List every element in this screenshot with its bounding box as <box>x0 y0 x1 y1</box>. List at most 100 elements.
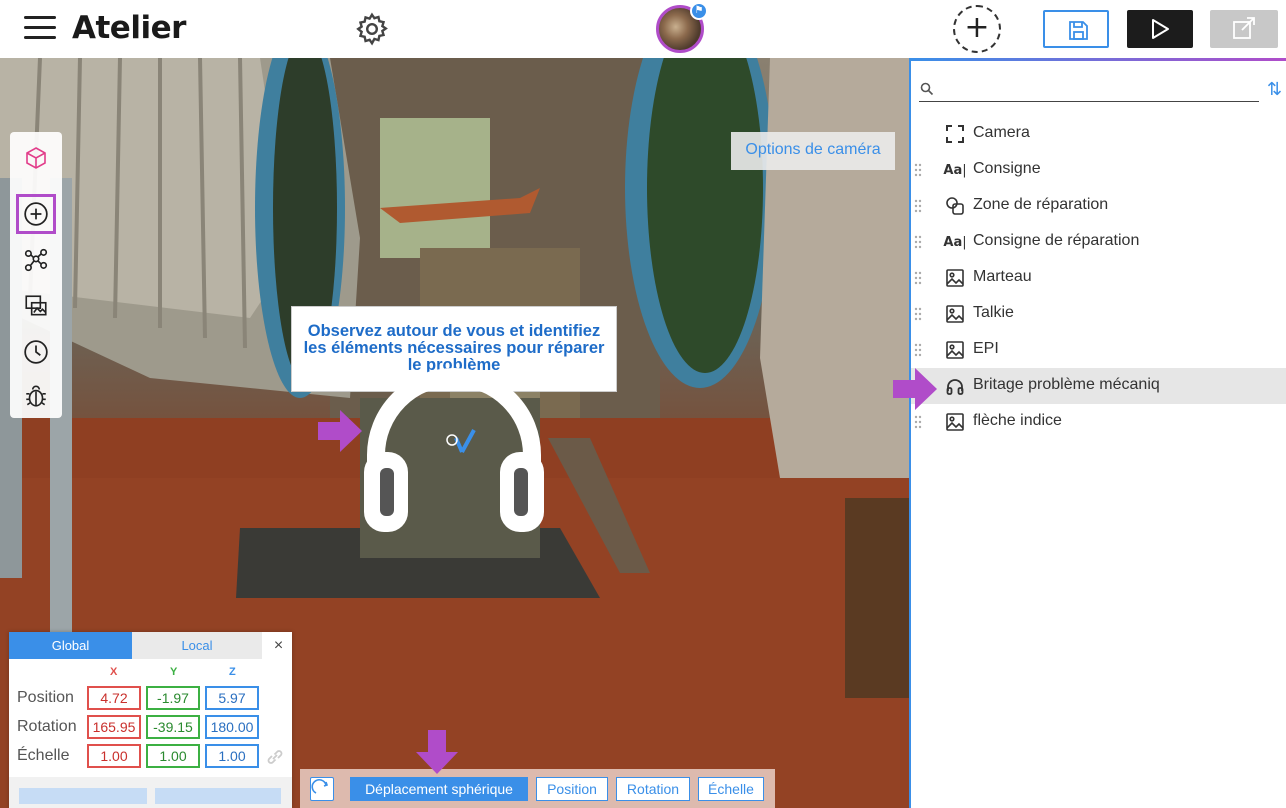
list-item-label: EPI <box>973 340 999 357</box>
export-button[interactable] <box>1210 10 1278 48</box>
scale-label: Échelle <box>17 747 70 764</box>
object-list-panel: ⇅ Camera Aa| Consigne Zone de réparation Aa|… <box>909 58 1286 808</box>
search-bar <box>919 78 1259 102</box>
panel-accent-line <box>911 58 1286 61</box>
add-object-tool[interactable] <box>16 194 56 234</box>
image-icon <box>944 340 966 360</box>
list-item-label: Britage problème mécaniq <box>973 376 1160 393</box>
text-icon: Aa| <box>943 234 967 250</box>
mode-rotation-button[interactable]: Rotation <box>616 777 690 801</box>
save-icon <box>1069 21 1088 40</box>
position-label: Position <box>17 689 74 706</box>
rotation-y-field[interactable]: -39.15 <box>146 715 200 739</box>
list-item-label: Talkie <box>973 304 1014 321</box>
drag-handle-icon[interactable] <box>914 198 922 214</box>
transform-footer <box>9 777 292 808</box>
footer-slider-left[interactable] <box>19 788 147 804</box>
list-item-label: Zone de réparation <box>973 196 1109 213</box>
graph-tool[interactable] <box>16 240 56 280</box>
mode-position-button[interactable]: Position <box>536 777 608 801</box>
list-item-label: flèche indice <box>973 412 1062 429</box>
flag-icon: ⚑ <box>690 2 708 20</box>
list-item[interactable]: Talkie <box>911 296 1286 332</box>
tab-global[interactable]: Global <box>9 632 132 659</box>
tool-column <box>10 132 62 418</box>
magnet-icon <box>311 779 329 794</box>
scale-z-field[interactable]: 1.00 <box>205 744 259 768</box>
drag-handle-icon[interactable] <box>914 414 922 430</box>
close-icon[interactable]: × <box>265 632 292 659</box>
list-item[interactable]: Aa| Consigne de réparation <box>911 224 1286 260</box>
list-item[interactable]: EPI <box>911 332 1286 368</box>
menu-icon[interactable] <box>24 16 56 42</box>
tab-local[interactable]: Local <box>132 632 262 659</box>
sort-icon[interactable]: ⇅ <box>1267 80 1285 100</box>
gear-icon[interactable] <box>354 11 390 47</box>
axis-x-label: X <box>110 666 118 678</box>
app-title: Atelier <box>72 10 186 46</box>
position-x-field[interactable]: 4.72 <box>87 686 141 710</box>
search-input[interactable] <box>941 78 1251 100</box>
hint-arrow-right-icon <box>893 368 937 410</box>
history-tool[interactable] <box>16 332 56 372</box>
bug-icon <box>26 385 46 407</box>
scale-x-field[interactable]: 1.00 <box>87 744 141 768</box>
position-z-field[interactable]: 5.97 <box>205 686 259 710</box>
rotation-label: Rotation <box>17 718 77 735</box>
list-item[interactable]: Aa| Consigne <box>911 152 1286 188</box>
link-icon[interactable] <box>265 747 285 767</box>
external-link-icon <box>1233 17 1255 39</box>
debug-tool[interactable] <box>16 376 56 416</box>
shapes-icon <box>944 196 966 216</box>
rotation-x-field[interactable]: 165.95 <box>87 715 141 739</box>
cube-icon <box>26 147 46 169</box>
drag-handle-icon[interactable] <box>914 270 922 286</box>
axis-z-label: Z <box>229 666 236 678</box>
drag-handle-icon[interactable] <box>914 342 922 358</box>
transform-mode-bar: Déplacement sphérique Position Rotation … <box>300 769 775 808</box>
rotation-z-field[interactable]: 180.00 <box>205 715 259 739</box>
image-icon <box>944 268 966 288</box>
clock-icon <box>24 340 48 364</box>
camera-options-button[interactable]: Options de caméra <box>731 132 895 170</box>
mode-spherical-button[interactable]: Déplacement sphérique <box>350 777 528 801</box>
hint-arrow-down-icon <box>416 730 458 774</box>
list-item[interactable]: Marteau <box>911 260 1286 296</box>
list-item[interactable]: flèche indice <box>911 404 1286 440</box>
list-item-label: Camera <box>973 124 1030 141</box>
list-item-label: Consigne de réparation <box>973 232 1140 249</box>
drag-handle-icon[interactable] <box>914 306 922 322</box>
media-tool[interactable] <box>16 286 56 326</box>
drag-handle-icon[interactable] <box>914 234 922 250</box>
object-cube-tool[interactable] <box>16 138 56 178</box>
list-item[interactable]: Britage problème mécaniq <box>911 368 1286 404</box>
save-button[interactable] <box>1043 10 1109 48</box>
text-icon: Aa| <box>943 162 967 178</box>
list-item-label: Consigne <box>973 160 1041 177</box>
image-icon <box>944 304 966 324</box>
list-item[interactable]: Camera <box>911 116 1286 152</box>
add-scene-button[interactable]: + <box>953 5 1001 53</box>
camera-frame-icon <box>944 124 966 144</box>
position-y-field[interactable]: -1.97 <box>146 686 200 710</box>
nodes-icon <box>24 248 48 272</box>
drag-handle-icon[interactable] <box>914 162 922 178</box>
scale-y-field[interactable]: 1.00 <box>146 744 200 768</box>
top-bar: Atelier ⚑ + <box>0 0 1286 58</box>
search-icon <box>920 82 934 96</box>
plus-circle-icon <box>24 202 48 226</box>
list-item-label: Marteau <box>973 268 1032 285</box>
gallery-icon <box>25 295 47 316</box>
axis-y-label: Y <box>170 666 178 678</box>
list-item[interactable]: Zone de réparation <box>911 188 1286 224</box>
play-icon <box>1152 19 1169 39</box>
snap-toggle[interactable] <box>310 777 334 801</box>
headphones-icon <box>944 376 966 396</box>
transform-panel: Global Local × X Y Z Position 4.72 -1.97… <box>9 632 292 808</box>
play-button[interactable] <box>1127 10 1193 48</box>
image-icon <box>944 412 966 432</box>
hint-arrow-right-icon <box>318 410 362 452</box>
footer-slider-right[interactable] <box>155 788 281 804</box>
headphones-object[interactable] <box>356 360 552 536</box>
mode-scale-button[interactable]: Échelle <box>698 777 764 801</box>
